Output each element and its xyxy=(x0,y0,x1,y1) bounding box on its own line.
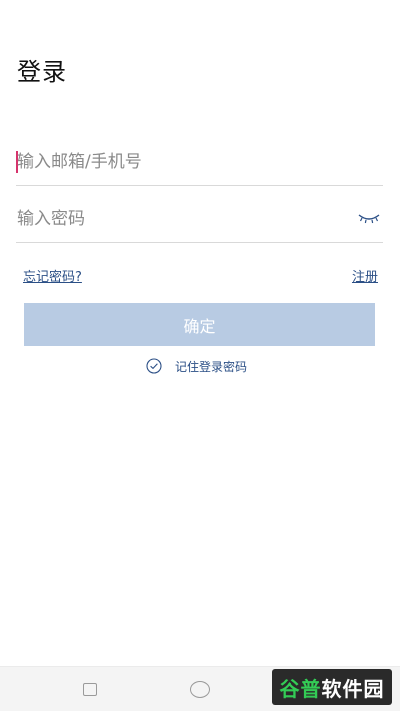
watermark-logo: 谷普 软件园 xyxy=(272,669,392,705)
forgot-password-link[interactable]: 忘记密码? xyxy=(23,266,82,285)
password-input[interactable] xyxy=(16,198,347,240)
account-field[interactable] xyxy=(16,141,383,186)
check-circle-icon xyxy=(146,358,162,374)
watermark-part2: 软件园 xyxy=(321,676,385,701)
remember-password-label: 记住登录密码 xyxy=(175,359,248,374)
nav-home-icon[interactable] xyxy=(190,681,210,698)
confirm-button[interactable]: 确定 xyxy=(24,303,375,346)
remember-password-toggle[interactable]: 记住登录密码 xyxy=(146,356,247,376)
eye-closed-icon[interactable] xyxy=(357,210,381,226)
account-input[interactable] xyxy=(16,141,347,183)
password-field[interactable] xyxy=(16,198,383,243)
login-screen: 登录 忘记密码? 注册 确定 记住登录密码 xyxy=(0,0,400,711)
nav-recent-icon[interactable] xyxy=(83,683,97,696)
page-title: 登录 xyxy=(17,58,67,86)
register-link[interactable]: 注册 xyxy=(352,266,378,285)
watermark-part1: 谷普 xyxy=(279,676,322,701)
